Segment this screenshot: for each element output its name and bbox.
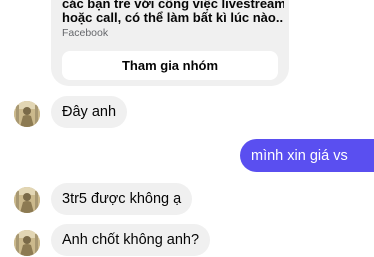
shared-post-title: các bạn trẻ với công việc livestream hoặ… xyxy=(62,0,284,25)
avatar-image-icon xyxy=(14,101,40,127)
message-incoming[interactable]: 3tr5 được không ạ xyxy=(51,183,193,215)
shared-post-source: Facebook xyxy=(62,27,109,39)
avatar-image-icon xyxy=(14,187,40,213)
shared-post-title-line-2: hoặc call, có thể làm bất kì lúc nào... xyxy=(62,11,284,25)
sender-avatar[interactable] xyxy=(14,230,40,256)
message-incoming[interactable]: Đây anh xyxy=(51,96,128,128)
message-outgoing[interactable]: mình xin giá vs xyxy=(240,139,374,172)
avatar-image-icon xyxy=(14,230,40,256)
shared-post-title-line-1: các bạn trẻ với công việc livestream xyxy=(62,0,284,11)
join-group-button[interactable]: Tham gia nhóm xyxy=(62,51,278,80)
sender-avatar[interactable] xyxy=(14,101,40,127)
message-incoming[interactable]: Anh chốt không anh? xyxy=(51,224,211,256)
sender-avatar[interactable] xyxy=(14,187,40,213)
